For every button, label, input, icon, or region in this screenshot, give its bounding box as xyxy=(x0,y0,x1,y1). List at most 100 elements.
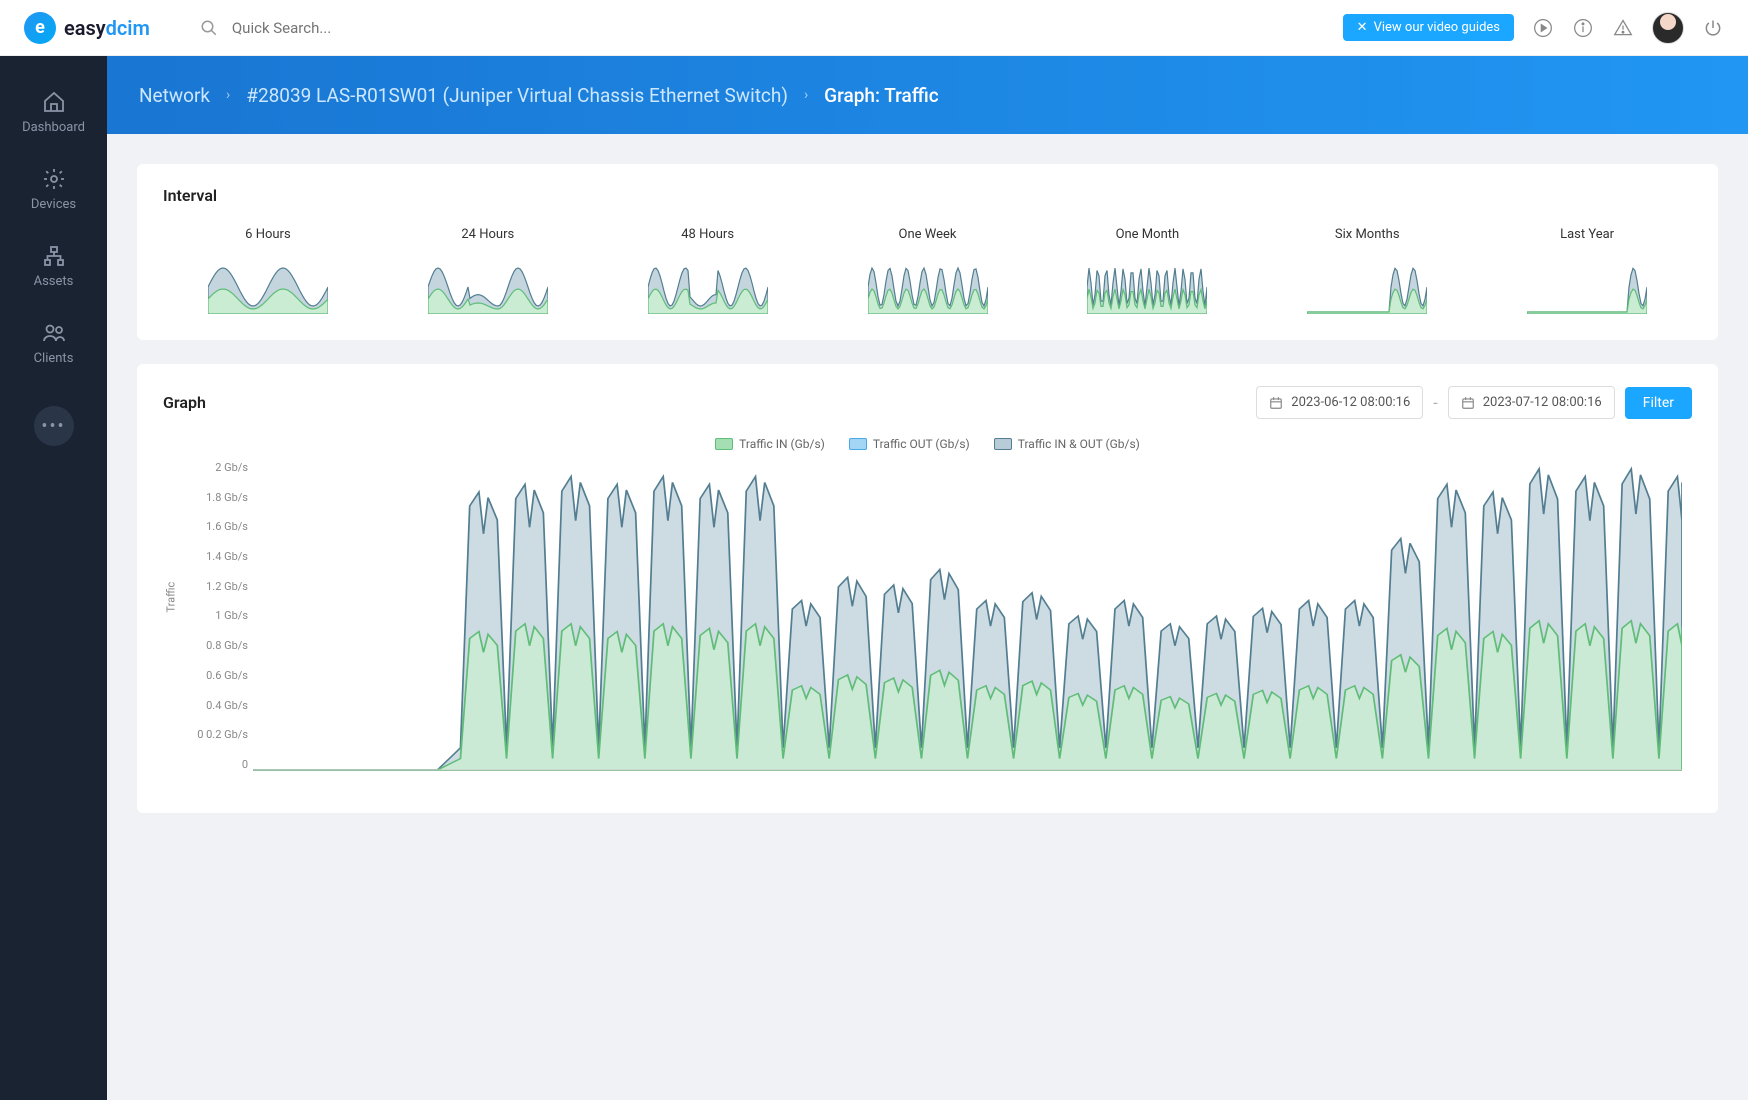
interval-label: 24 Hours xyxy=(461,227,514,242)
y-tick: 1.2 Gb/s xyxy=(193,580,248,593)
y-tick: 1 Gb/s xyxy=(193,609,248,622)
date-from-value: 2023-06-12 08:00:16 xyxy=(1291,395,1410,410)
interval-label: One Month xyxy=(1116,227,1180,242)
sidebar-more-button[interactable]: ••• xyxy=(0,392,107,460)
legend-item[interactable]: Traffic IN (Gb/s) xyxy=(715,437,825,451)
legend-swatch xyxy=(715,438,733,450)
users-icon xyxy=(42,321,66,345)
more-icon: ••• xyxy=(34,406,74,446)
top-actions: ✕ View our video guides xyxy=(1343,12,1724,44)
sidebar-item-label: Assets xyxy=(34,274,74,289)
y-tick: 1.8 Gb/s xyxy=(193,491,248,504)
sidebar-item-label: Clients xyxy=(34,351,74,366)
graph-head: Graph 2023-06-12 08:00:16 - 2023-07-12 0… xyxy=(163,386,1692,419)
mini-chart xyxy=(1307,254,1427,314)
y-tick: 1.4 Gb/s xyxy=(193,550,248,563)
y-tick: 0 xyxy=(193,758,248,771)
play-icon[interactable] xyxy=(1532,17,1554,39)
gear-icon xyxy=(42,167,66,191)
interval-option-1[interactable]: 24 Hours xyxy=(383,223,593,318)
sidebar-item-label: Devices xyxy=(31,197,76,212)
filter-button[interactable]: Filter xyxy=(1625,387,1692,419)
chart-legend: Traffic IN (Gb/s) Traffic OUT (Gb/s) Traff… xyxy=(163,437,1692,451)
sidebar-item-assets[interactable]: Assets xyxy=(0,230,107,303)
legend-label: Traffic IN (Gb/s) xyxy=(739,437,825,451)
interval-label: Six Months xyxy=(1335,227,1400,242)
interval-label: 6 Hours xyxy=(245,227,291,242)
interval-title: Interval xyxy=(163,186,1692,205)
date-to-picker[interactable]: 2023-07-12 08:00:16 xyxy=(1448,386,1615,419)
interval-option-6[interactable]: Last Year xyxy=(1482,223,1692,318)
y-ticks: 2 Gb/s 1.8 Gb/s 1.6 Gb/s 1.4 Gb/s 1.2 Gb/s 1 … xyxy=(193,461,248,771)
breadcrumb-header: Network › #28039 LAS-R01SW01 (Juniper Vi… xyxy=(107,56,1748,134)
search-input[interactable] xyxy=(232,19,532,37)
main-chart xyxy=(253,461,1682,771)
legend-label: Traffic OUT (Gb/s) xyxy=(873,437,970,451)
chart-wrap: Traffic 2 Gb/s 1.8 Gb/s 1.6 Gb/s 1.4 Gb/s 1.… xyxy=(163,461,1692,791)
mini-chart xyxy=(428,254,548,314)
logo[interactable]: e easydcim xyxy=(24,12,150,44)
interval-label: 48 Hours xyxy=(681,227,734,242)
close-icon[interactable]: ✕ xyxy=(1357,20,1368,35)
interval-label: Last Year xyxy=(1560,227,1614,242)
y-axis-label: Traffic xyxy=(165,582,178,613)
alert-icon[interactable] xyxy=(1612,17,1634,39)
legend-swatch xyxy=(849,438,867,450)
mini-chart xyxy=(1527,254,1647,314)
sidebar-item-label: Dashboard xyxy=(22,120,85,135)
legend-item[interactable]: Traffic IN & OUT (Gb/s) xyxy=(994,437,1140,451)
interval-option-0[interactable]: 6 Hours xyxy=(163,223,373,318)
legend-item[interactable]: Traffic OUT (Gb/s) xyxy=(849,437,970,451)
interval-option-2[interactable]: 48 Hours xyxy=(603,223,813,318)
interval-option-3[interactable]: One Week xyxy=(823,223,1033,318)
breadcrumb: Network › #28039 LAS-R01SW01 (Juniper Vi… xyxy=(139,84,939,107)
topbar: e easydcim ✕ View our video guides xyxy=(0,0,1748,56)
interval-row: 6 Hours 24 Hours 48 Hours One Week One Month… xyxy=(163,223,1692,318)
search-icon[interactable] xyxy=(198,17,220,39)
sidebar-item-clients[interactable]: Clients xyxy=(0,307,107,380)
info-icon[interactable] xyxy=(1572,17,1594,39)
graph-controls: 2023-06-12 08:00:16 - 2023-07-12 08:00:1… xyxy=(1256,386,1692,419)
video-guide-button[interactable]: ✕ View our video guides xyxy=(1343,14,1514,41)
org-icon xyxy=(42,244,66,268)
interval-option-5[interactable]: Six Months xyxy=(1262,223,1472,318)
y-tick: 0.8 Gb/s xyxy=(193,639,248,652)
y-tick: 2 Gb/s xyxy=(193,461,248,474)
video-guide-label: View our video guides xyxy=(1374,20,1500,35)
date-to-value: 2023-07-12 08:00:16 xyxy=(1483,395,1602,410)
legend-swatch xyxy=(994,438,1012,450)
chevron-right-icon: › xyxy=(226,87,230,103)
mini-chart xyxy=(1087,254,1207,314)
interval-option-4[interactable]: One Month xyxy=(1042,223,1252,318)
sidebar: Dashboard Devices Assets Clients ••• xyxy=(0,56,107,1100)
calendar-icon xyxy=(1461,396,1475,410)
date-from-picker[interactable]: 2023-06-12 08:00:16 xyxy=(1256,386,1423,419)
chevron-right-icon: › xyxy=(804,87,808,103)
mini-chart xyxy=(208,254,328,314)
avatar[interactable] xyxy=(1652,12,1684,44)
breadcrumb-current: Graph: Traffic xyxy=(824,84,939,107)
home-icon xyxy=(42,90,66,114)
content: Interval 6 Hours 24 Hours 48 Hours One Week… xyxy=(107,134,1748,1100)
interval-label: One Week xyxy=(899,227,957,242)
mini-chart xyxy=(868,254,988,314)
sidebar-item-dashboard[interactable]: Dashboard xyxy=(0,76,107,149)
power-icon[interactable] xyxy=(1702,17,1724,39)
legend-label: Traffic IN & OUT (Gb/s) xyxy=(1018,437,1140,451)
mini-chart xyxy=(648,254,768,314)
breadcrumb-device[interactable]: #28039 LAS-R01SW01 (Juniper Virtual Chas… xyxy=(246,84,788,107)
logo-icon: e xyxy=(24,12,56,44)
date-range-separator: - xyxy=(1433,393,1437,412)
plot-area xyxy=(253,461,1682,771)
breadcrumb-network[interactable]: Network xyxy=(139,84,210,107)
y-tick: 0 0.2 Gb/s xyxy=(193,728,248,741)
logo-text: easydcim xyxy=(64,16,150,40)
search-wrap xyxy=(198,17,1343,39)
interval-panel: Interval 6 Hours 24 Hours 48 Hours One Week… xyxy=(137,164,1718,340)
graph-panel: Graph 2023-06-12 08:00:16 - 2023-07-12 0… xyxy=(137,364,1718,813)
calendar-icon xyxy=(1269,396,1283,410)
y-tick: 0.4 Gb/s xyxy=(193,699,248,712)
y-tick: 1.6 Gb/s xyxy=(193,520,248,533)
sidebar-item-devices[interactable]: Devices xyxy=(0,153,107,226)
graph-title: Graph xyxy=(163,393,206,412)
